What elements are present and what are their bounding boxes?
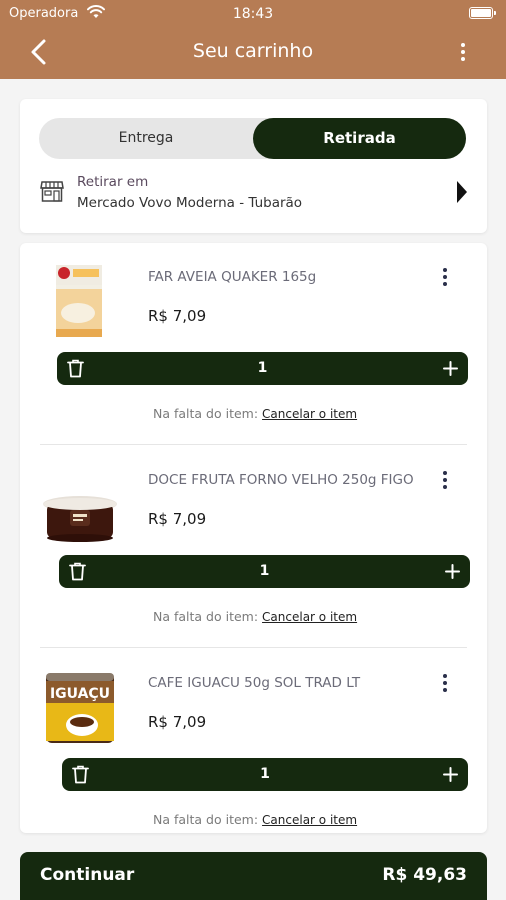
product-name: CAFE IGUACU 50g SOL TRAD LT bbox=[148, 675, 361, 691]
product-name: DOCE FRUTA FORNO VELHO 250g FIGO bbox=[148, 472, 414, 488]
quantity-value: 1 bbox=[260, 766, 270, 782]
brand-logo-text: IGUAÇU bbox=[50, 686, 110, 702]
pickup-label: Retirar em bbox=[77, 174, 149, 190]
continue-button[interactable]: Continuar R$ 49,63 bbox=[20, 852, 487, 900]
product-name: FAR AVEIA QUAKER 165g bbox=[148, 269, 317, 285]
more-vertical-icon[interactable] bbox=[440, 267, 450, 287]
product-image-fig-jam[interactable] bbox=[40, 464, 120, 544]
product-price: R$ 7,09 bbox=[148, 510, 207, 528]
cart-item: FAR AVEIA QUAKER 165g R$ 7,09 1 Na falta… bbox=[20, 243, 487, 446]
toggle-option-pickup[interactable]: Retirada bbox=[253, 118, 466, 159]
missing-item-option: Na falta do item: Cancelar o item bbox=[153, 406, 357, 421]
product-image-coffee[interactable]: IGUAÇU bbox=[40, 667, 120, 747]
more-vertical-icon[interactable] bbox=[458, 42, 468, 62]
toggle-option-delivery[interactable]: Entrega bbox=[39, 118, 253, 159]
status-bar: Operadora 18:43 bbox=[0, 5, 506, 23]
page-title: Seu carrinho bbox=[192, 40, 314, 62]
missing-item-label: Na falta do item: bbox=[153, 406, 259, 421]
store-icon bbox=[40, 181, 64, 202]
missing-item-option: Na falta do item: Cancelar o item bbox=[153, 609, 357, 624]
cancel-item-link[interactable]: Cancelar o item bbox=[262, 813, 357, 827]
divider bbox=[40, 647, 467, 648]
quantity-stepper: 1 bbox=[62, 758, 468, 791]
missing-item-label: Na falta do item: bbox=[153, 812, 259, 827]
quantity-value: 1 bbox=[259, 563, 270, 579]
pickup-store-name[interactable]: Mercado Vovo Moderna - Tubarão bbox=[77, 195, 302, 211]
cart-item: DOCE FRUTA FORNO VELHO 250g FIGO R$ 7,09… bbox=[20, 446, 487, 649]
product-image-oats[interactable] bbox=[40, 261, 120, 341]
quantity-value: 1 bbox=[257, 360, 268, 376]
app-header: Operadora 18:43 Seu carrinho bbox=[0, 0, 506, 79]
caret-right-icon[interactable] bbox=[457, 181, 467, 203]
missing-item-option: Na falta do item: Cancelar o item bbox=[153, 812, 357, 827]
quantity-stepper: 1 bbox=[59, 555, 470, 588]
cart-total: R$ 49,63 bbox=[382, 865, 467, 885]
cancel-item-link[interactable]: Cancelar o item bbox=[262, 610, 357, 624]
continue-label: Continuar bbox=[40, 865, 135, 885]
delivery-toggle: Entrega Retirada bbox=[39, 118, 466, 159]
plus-icon[interactable] bbox=[443, 767, 458, 782]
plus-icon[interactable] bbox=[445, 564, 460, 579]
quantity-stepper: 1 bbox=[57, 352, 468, 385]
plus-icon[interactable] bbox=[443, 361, 458, 376]
more-vertical-icon[interactable] bbox=[440, 673, 450, 693]
clock: 18:43 bbox=[232, 6, 274, 22]
missing-item-label: Na falta do item: bbox=[153, 609, 259, 624]
cancel-item-link[interactable]: Cancelar o item bbox=[262, 407, 357, 421]
divider bbox=[40, 444, 467, 445]
delivery-method-card: Entrega Retirada Retirar em Mercado Vovo… bbox=[20, 99, 487, 233]
more-vertical-icon[interactable] bbox=[440, 470, 450, 490]
product-price: R$ 7,09 bbox=[148, 713, 207, 731]
cart-item: IGUAÇU CAFE IGUACU 50g SOL TRAD LT R$ 7,… bbox=[20, 649, 487, 833]
battery-icon bbox=[469, 7, 496, 19]
cart-items-list: FAR AVEIA QUAKER 165g R$ 7,09 1 Na falta… bbox=[20, 243, 487, 833]
product-price: R$ 7,09 bbox=[148, 307, 207, 325]
